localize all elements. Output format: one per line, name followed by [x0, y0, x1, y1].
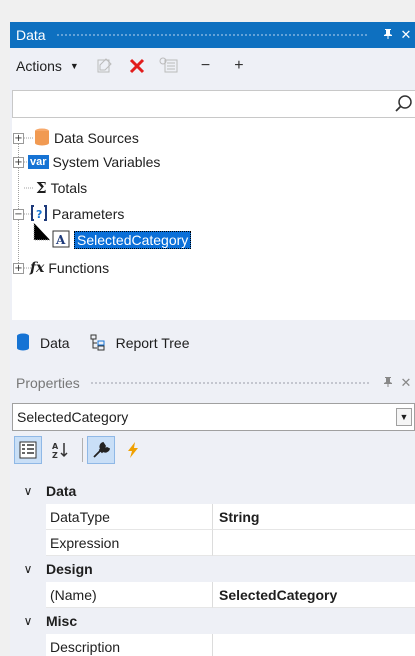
tree-item-totals[interactable]: Σ Totals — [36, 177, 87, 199]
expand-icon[interactable]: + — [13, 262, 24, 274]
data-pane-header: Data ✕ — [10, 22, 415, 48]
events-icon[interactable] — [119, 436, 147, 464]
expand-all-button[interactable]: + — [234, 57, 243, 75]
categorized-icon[interactable] — [14, 436, 42, 464]
variable-icon: var — [28, 155, 49, 169]
database-icon — [16, 333, 30, 354]
close-icon[interactable]: ✕ — [397, 27, 415, 43]
toolbar-separator — [82, 438, 83, 462]
category-design[interactable]: ∨ Design — [10, 556, 415, 582]
window-top-strip — [0, 0, 415, 22]
close-icon[interactable]: ✕ — [397, 375, 415, 391]
object-selector[interactable]: SelectedCategory ▼ — [12, 403, 415, 431]
database-icon — [34, 128, 50, 149]
expand-icon[interactable]: + — [13, 156, 24, 168]
property-row-expression[interactable]: Expression — [10, 530, 415, 556]
collapse-icon[interactable]: ∨ — [10, 562, 46, 576]
pin-icon[interactable] — [379, 28, 397, 43]
collapse-icon[interactable]: − — [13, 208, 24, 220]
properties-pane-title: Properties — [16, 375, 80, 391]
new-query-icon[interactable] — [157, 54, 181, 78]
sigma-icon: Σ — [36, 179, 47, 197]
property-value[interactable] — [213, 530, 415, 556]
tree-item-system-variables[interactable]: + var System Variables — [13, 151, 160, 173]
report-tree-icon — [90, 333, 106, 354]
property-name: Description — [46, 634, 213, 656]
search-icon[interactable] — [393, 93, 415, 115]
collapse-all-button[interactable]: − — [201, 57, 210, 75]
svg-text:A: A — [55, 233, 66, 247]
property-value[interactable] — [213, 634, 415, 656]
svg-text:Z: Z — [52, 451, 58, 459]
svg-text:?: ? — [36, 208, 42, 221]
tree-item-selected-category[interactable]: A SelectedCategory — [52, 229, 192, 251]
tree-item-functions[interactable]: + fx Functions — [13, 257, 109, 279]
property-row-name[interactable]: (Name) SelectedCategory — [10, 582, 415, 608]
category-misc[interactable]: ∨ Misc — [10, 608, 415, 634]
collapse-icon[interactable]: ∨ — [10, 614, 46, 628]
properties-pane-header: Properties ✕ — [10, 372, 415, 394]
property-value[interactable]: String — [213, 504, 415, 530]
pin-icon[interactable] — [379, 376, 397, 391]
data-tree: + Data Sources + var System Variables Σ … — [12, 118, 415, 320]
tab-data[interactable]: Data — [16, 333, 70, 354]
parameters-icon: ? — [30, 204, 48, 225]
property-name: (Name) — [46, 582, 213, 608]
property-value[interactable]: SelectedCategory — [213, 582, 415, 608]
window-left-strip — [0, 0, 10, 656]
actions-menu[interactable]: Actions — [16, 58, 62, 74]
chevron-down-icon[interactable]: ▼ — [70, 61, 79, 71]
property-row-datatype[interactable]: DataType String — [10, 504, 415, 530]
tree-item-data-sources[interactable]: + Data Sources — [13, 127, 139, 149]
expand-icon[interactable]: + — [13, 132, 24, 144]
property-name: Expression — [46, 530, 213, 556]
pane-grip[interactable] — [89, 380, 369, 386]
properties-toolbar: AZ — [10, 433, 415, 467]
sort-alphabetical-icon[interactable]: AZ — [46, 436, 74, 464]
wrench-icon[interactable] — [87, 436, 115, 464]
svg-text:A: A — [52, 442, 59, 451]
property-row-description[interactable]: Description — [10, 634, 415, 656]
collapse-icon[interactable]: ∨ — [10, 484, 46, 498]
edit-icon[interactable] — [93, 54, 117, 78]
category-data[interactable]: ∨ Data — [10, 478, 415, 504]
text-parameter-icon: A — [52, 230, 70, 251]
property-name: DataType — [46, 504, 213, 530]
property-grid: ∨ Data DataType String Expression ∨ Desi… — [10, 478, 415, 656]
tab-report-tree[interactable]: Report Tree — [90, 333, 190, 354]
search-input[interactable] — [12, 90, 415, 118]
data-pane-title: Data — [16, 27, 46, 43]
chevron-down-icon[interactable]: ▼ — [396, 408, 412, 426]
data-toolbar: Actions ▼ − + — [10, 48, 415, 84]
panel-tabs: Data Report Tree — [10, 320, 415, 366]
function-icon: fx — [30, 260, 45, 276]
tree-item-parameters[interactable]: − ? Parameters — [13, 203, 124, 225]
object-selector-value: SelectedCategory — [17, 409, 129, 425]
delete-icon[interactable] — [125, 54, 149, 78]
pane-grip[interactable] — [55, 32, 369, 38]
